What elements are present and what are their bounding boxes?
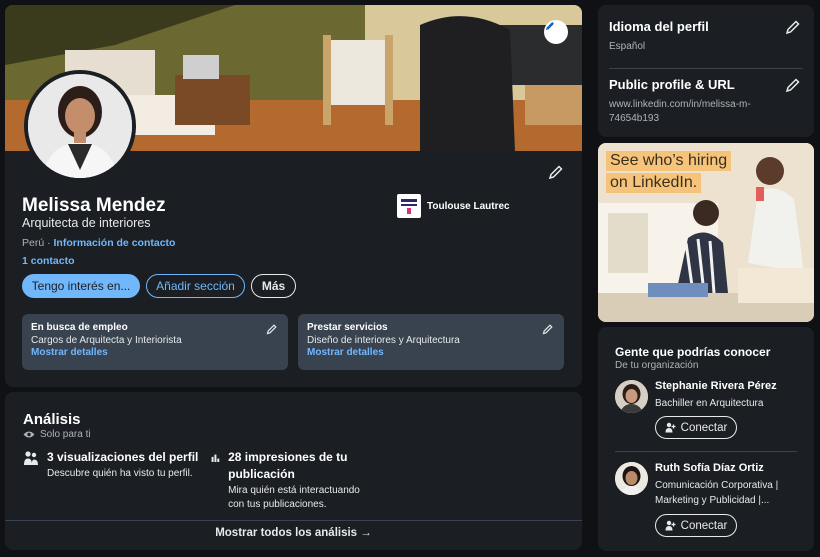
public-profile-title: Public profile & URL (609, 77, 735, 92)
pencil-icon (785, 78, 800, 93)
person-name[interactable]: Ruth Sofía Díaz Ortiz (655, 462, 764, 474)
connect-label: Conectar (680, 421, 728, 434)
people-you-may-know-card: Gente que podrías conocer De tu organiza… (598, 327, 814, 551)
services-box[interactable]: Prestar servicios Diseño de interiores y… (298, 314, 564, 370)
add-section-button[interactable]: Añadir sección (146, 274, 245, 298)
services-detail: Diseño de interiores y Arquitectura (307, 335, 460, 346)
bar-chart-icon (211, 454, 220, 462)
open-to-button[interactable]: Tengo interés en... (22, 274, 140, 298)
hiring-ad[interactable]: See who’s hiring on LinkedIn. (598, 143, 814, 322)
connect-label: Conectar (680, 519, 728, 532)
analytics-visibility: Solo para ti (23, 429, 91, 440)
divider (615, 451, 797, 452)
profile-location: Perú · Información de contacto (22, 237, 175, 249)
profile-photo[interactable] (24, 70, 136, 182)
location-text: Perú · (22, 237, 51, 249)
pencil-icon (542, 324, 553, 335)
avatar[interactable] (615, 380, 648, 413)
person-headline: Bachiller en Arquitectura (655, 398, 764, 409)
edit-services-button[interactable] (542, 322, 554, 340)
open-to-work-detail: Cargos de Arquitecta y Interiorista (31, 335, 182, 346)
people-title: Gente que podrías conocer (615, 345, 771, 359)
divider (5, 520, 582, 521)
public-profile-url: www.linkedin.com/in/melissa-m-74654b193 (609, 99, 751, 124)
people-subtitle: De tu organización (615, 360, 699, 371)
analytics-card: Análisis Solo para ti 3 visualizaciones … (5, 392, 582, 550)
ad-line-1: See who’s hiring (606, 151, 732, 171)
open-to-work-box[interactable]: En busca de empleo Cargos de Arquitecta … (22, 314, 288, 370)
public-profile-row: Public profile & URL www.linkedin.com/in… (609, 77, 803, 126)
profile-language-row: Idioma del perfil Español (609, 19, 803, 54)
ad-text: See who’s hiring on LinkedIn. (606, 151, 732, 195)
profile-headline: Arquitecta de interiores (22, 216, 151, 230)
profile-settings-card: Idioma del perfil Español Public profile… (598, 5, 814, 137)
pencil-icon (548, 165, 563, 180)
profile-views-desc: Descubre quién ha visto tu perfil. (47, 468, 193, 479)
profile-language-value: Español (609, 41, 646, 52)
divider (609, 68, 803, 69)
profile-views-metric[interactable]: 3 visualizaciones del perfil Descubre qu… (23, 449, 198, 481)
more-button[interactable]: Más (251, 274, 296, 298)
edit-public-url-button[interactable] (785, 77, 801, 98)
profile-language-title: Idioma del perfil (609, 19, 709, 34)
toulouse-lautrec-logo-icon (397, 194, 421, 218)
pencil-icon (785, 20, 800, 35)
open-to-work-title: En busca de empleo (31, 322, 128, 333)
analytics-title: Análisis (23, 411, 81, 428)
organization-link[interactable]: Toulouse Lautrec (397, 194, 510, 218)
person-headline: Comunicación Corporativa | Marketing y P… (655, 480, 779, 506)
person-name[interactable]: Stephanie Rivera Pérez (655, 380, 777, 392)
impressions-title: 28 impresiones de tu publicación (228, 450, 348, 481)
connect-button[interactable]: Conectar (655, 416, 737, 439)
ad-line-2: on LinkedIn. (606, 173, 702, 193)
add-person-icon (665, 422, 676, 433)
edit-open-to-work-button[interactable] (266, 322, 278, 340)
impressions-desc: Mira quién está interactuando con tus pu… (228, 485, 360, 510)
profile-name: Melissa Mendez (22, 195, 166, 216)
profile-card: Melissa Mendez Arquitecta de interiores … (5, 5, 582, 387)
services-title: Prestar servicios (307, 322, 388, 333)
services-show-details[interactable]: Mostrar detalles (307, 347, 555, 358)
avatar[interactable] (615, 462, 648, 495)
contact-info-link[interactable]: Información de contacto (54, 237, 176, 249)
people-icon (24, 451, 38, 465)
pencil-icon (546, 22, 554, 30)
organization-name: Toulouse Lautrec (427, 200, 510, 212)
edit-intro-button[interactable] (546, 162, 566, 182)
visibility-text: Solo para ti (40, 429, 91, 440)
pencil-icon (266, 324, 277, 335)
add-person-icon (665, 520, 676, 531)
connect-button[interactable]: Conectar (655, 514, 737, 537)
profile-views-title: 3 visualizaciones del perfil (47, 450, 199, 464)
impressions-metric[interactable]: 28 impresiones de tu publicación Mira qu… (211, 449, 361, 512)
show-all-analytics-link[interactable]: Mostrar todos los análisis → (5, 527, 582, 539)
edit-language-button[interactable] (785, 19, 801, 40)
connections-link[interactable]: 1 contacto (22, 255, 75, 267)
open-to-work-show-details[interactable]: Mostrar detalles (31, 347, 279, 358)
edit-banner-button[interactable] (544, 20, 568, 44)
eye-icon (23, 431, 35, 438)
profile-actions: Tengo interés en... Añadir sección Más (22, 274, 296, 298)
